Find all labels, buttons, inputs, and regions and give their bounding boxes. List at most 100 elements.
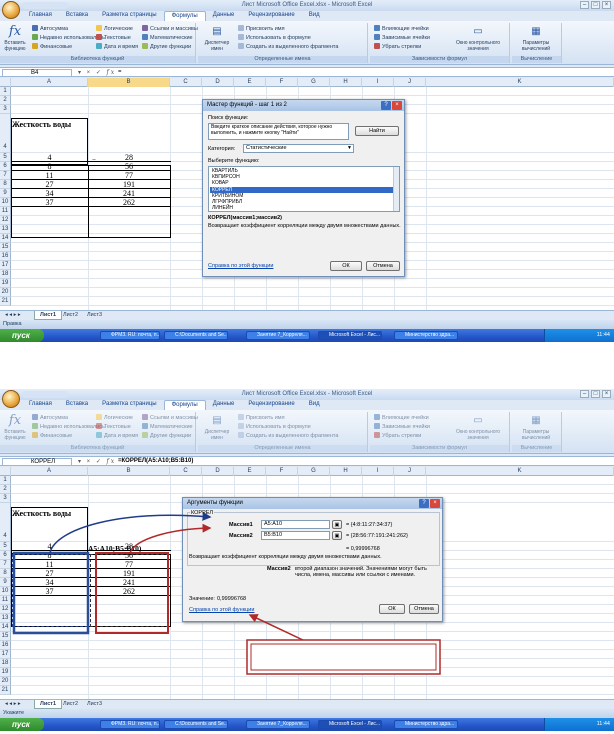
dialog-close-button[interactable]: × xyxy=(392,101,402,110)
taskbar-btn-4[interactable]: Microsoft Excel - Лис... xyxy=(318,331,382,340)
formula-buttons[interactable]: ▾ × ✓ fx xyxy=(78,69,116,76)
recent-button[interactable]: Недавно использовались xyxy=(32,423,105,431)
use-in-formula-button[interactable]: Использовать в формуле xyxy=(238,423,311,431)
taskbar-btn-1[interactable]: ФРМЗ. RU: почта, п... xyxy=(100,720,160,729)
row-header[interactable]: 4 xyxy=(0,114,11,153)
remove-arrows-button[interactable]: Убрать стрелки xyxy=(374,432,421,440)
taskbar-btn-3[interactable]: Занятие 7_Корреля... xyxy=(246,331,310,340)
taskbar-btn-4[interactable]: Microsoft Excel - Лис... xyxy=(318,720,382,729)
tab-insert[interactable]: Вставка xyxy=(59,400,95,410)
start-button[interactable]: пуск xyxy=(0,718,44,731)
quick-access-toolbar[interactable] xyxy=(22,2,68,9)
row-header[interactable]: 11 xyxy=(0,207,11,216)
financial-button[interactable]: Финансовые xyxy=(32,432,72,440)
row-header[interactable]: 14 xyxy=(0,623,11,632)
tab-formulas[interactable]: Формулы xyxy=(163,400,206,410)
tab-review[interactable]: Рецензирование xyxy=(241,400,301,410)
row-header[interactable]: 2 xyxy=(0,485,11,494)
row-header[interactable]: 12 xyxy=(0,605,11,614)
tab-home[interactable]: Главная xyxy=(22,11,59,21)
cancel-button[interactable]: Отмена xyxy=(366,261,400,271)
watch-window-button[interactable]: ▭ Окно контрольного значения xyxy=(454,414,502,441)
taskbar-btn-1[interactable]: ФРМЗ. RU: почта, п... xyxy=(100,331,160,340)
create-from-selection-button[interactable]: Создать из выделенного фрагмента xyxy=(238,432,338,440)
formula-buttons[interactable]: ▾ × ✓ fx xyxy=(78,458,116,465)
tab-formulas[interactable]: Формулы xyxy=(163,11,206,21)
row-header[interactable]: 1 xyxy=(0,87,11,96)
name-manager-button[interactable]: ▤ Диспетчер имен xyxy=(202,414,232,441)
row-header[interactable]: 15 xyxy=(0,632,11,641)
lookup-button[interactable]: Ссылки и массивы xyxy=(142,25,198,33)
tab-insert[interactable]: Вставка xyxy=(59,11,95,21)
row-header[interactable]: 1 xyxy=(0,476,11,485)
name-box[interactable]: КОРРЕЛ xyxy=(2,458,72,466)
datetime-button[interactable]: Дата и время xyxy=(96,43,138,51)
math-button[interactable]: Математические xyxy=(142,423,193,431)
row-header[interactable]: 19 xyxy=(0,279,11,288)
help-link[interactable]: Справка по этой функции xyxy=(189,607,254,613)
create-from-selection-button[interactable]: Создать из выделенного фрагмента xyxy=(238,43,338,51)
row-header[interactable]: 6 xyxy=(0,162,11,171)
row-header[interactable]: 5 xyxy=(0,153,11,162)
row-header[interactable]: 17 xyxy=(0,650,11,659)
row-header[interactable]: 17 xyxy=(0,261,11,270)
row-header[interactable]: 9 xyxy=(0,578,11,587)
col-header-d[interactable]: D xyxy=(202,467,234,476)
more-functions-button[interactable]: Другие функции xyxy=(142,432,191,440)
office-button[interactable] xyxy=(2,1,20,19)
ok-button[interactable]: ОК xyxy=(330,261,362,271)
col-header-f[interactable]: F xyxy=(266,78,298,87)
define-name-button[interactable]: Присвоить имя xyxy=(238,25,285,33)
select-all[interactable] xyxy=(0,78,11,87)
text-button[interactable]: Текстовые xyxy=(96,423,131,431)
calc-options-button[interactable]: ▦ Параметры вычислений xyxy=(514,414,558,441)
row-header[interactable]: 20 xyxy=(0,677,11,686)
row-header[interactable]: 14 xyxy=(0,234,11,243)
more-functions-button[interactable]: Другие функции xyxy=(142,43,191,51)
col-header-c[interactable]: C xyxy=(170,467,202,476)
trace-dependents-button[interactable]: Зависимые ячейки xyxy=(374,423,430,431)
sheet-tab-3[interactable]: Лист3 xyxy=(82,311,107,320)
dialog-close-button[interactable]: × xyxy=(430,499,440,508)
row-header[interactable]: 13 xyxy=(0,614,11,623)
row-header[interactable]: 3 xyxy=(0,494,11,503)
tab-data[interactable]: Данные xyxy=(206,11,242,21)
row-header[interactable]: 5 xyxy=(0,542,11,551)
define-name-button[interactable]: Присвоить имя xyxy=(238,414,285,422)
name-box[interactable]: B4 xyxy=(2,69,72,77)
taskbar-btn-2[interactable]: C:\Documents and Se... xyxy=(164,720,228,729)
close-button[interactable]: × xyxy=(602,390,611,398)
select-all[interactable] xyxy=(0,467,11,476)
row-header[interactable]: 2 xyxy=(0,96,11,105)
text-button[interactable]: Текстовые xyxy=(96,34,131,42)
help-button[interactable]: ? xyxy=(381,101,391,110)
trace-precedents-button[interactable]: Влияющие ячейки xyxy=(374,414,429,422)
col-header-d[interactable]: D xyxy=(202,78,234,87)
trace-precedents-button[interactable]: Влияющие ячейки xyxy=(374,25,429,33)
row-header[interactable]: 20 xyxy=(0,288,11,297)
name-manager-button[interactable]: ▤ Диспетчер имен xyxy=(202,25,232,52)
tab-data[interactable]: Данные xyxy=(206,400,242,410)
sheet-tab-3[interactable]: Лист3 xyxy=(82,700,107,709)
row-header[interactable]: 9 xyxy=(0,189,11,198)
col-header-e[interactable]: E xyxy=(234,78,266,87)
tab-page-layout[interactable]: Разметка страницы xyxy=(95,11,163,21)
col-header-g[interactable]: G xyxy=(298,467,330,476)
row-header[interactable]: 16 xyxy=(0,252,11,261)
sheet-tab-2[interactable]: Лист2 xyxy=(58,311,83,320)
row-header[interactable]: 18 xyxy=(0,270,11,279)
autosum-button[interactable]: Автосумма xyxy=(32,25,68,33)
formula-input[interactable]: =КОРРЕЛ(A5:A10;B5:B10) xyxy=(118,458,193,464)
maximize-button[interactable]: □ xyxy=(591,1,600,9)
function-list[interactable]: КВАРТИЛЬ КВПИРСОН КОВАР КОРРЕЛ КРИТБИНОМ… xyxy=(208,166,400,212)
watch-window-button[interactable]: ▭ Окно контрольного значения xyxy=(454,25,502,52)
col-header-k[interactable]: K xyxy=(426,78,614,87)
minimize-button[interactable]: – xyxy=(580,390,589,398)
col-header-j[interactable]: J xyxy=(394,78,426,87)
tab-view[interactable]: Вид xyxy=(302,11,327,21)
row-header[interactable]: 13 xyxy=(0,225,11,234)
help-link[interactable]: Справка по этой функции xyxy=(208,263,273,269)
ok-button[interactable]: ОК xyxy=(379,604,405,614)
insert-function-button[interactable]: fx Вставить функцию xyxy=(2,414,28,442)
use-in-formula-button[interactable]: Использовать в формуле xyxy=(238,34,311,42)
